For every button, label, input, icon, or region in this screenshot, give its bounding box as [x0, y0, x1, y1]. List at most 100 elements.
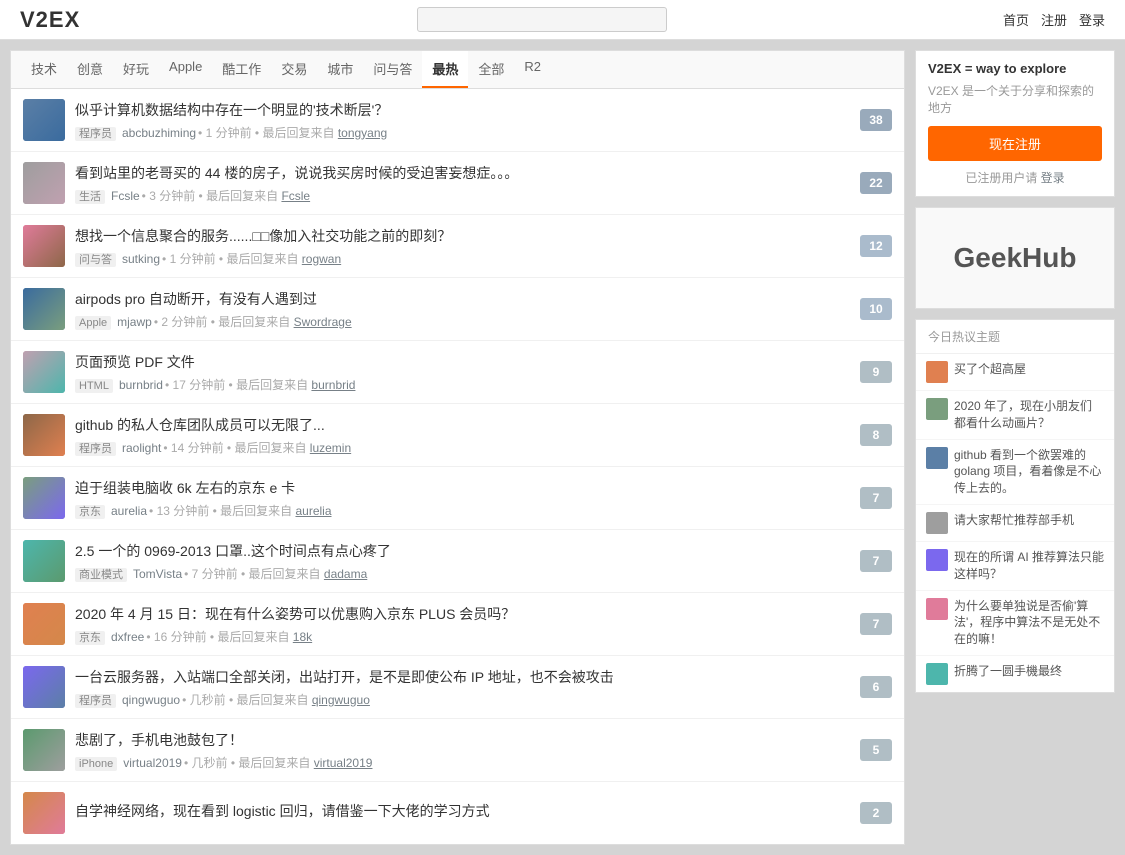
topic-author[interactable]: dxfree: [111, 630, 144, 644]
topic-author[interactable]: raolight: [122, 441, 161, 455]
topic-node[interactable]: 程序员: [75, 694, 116, 708]
topic-node[interactable]: iPhone: [75, 757, 117, 771]
reply-count: 10: [860, 298, 892, 320]
topic-item: 自学神经网络，现在看到 logistic 回归，请借鉴一下大佬的学习方式2: [11, 782, 904, 844]
topic-author[interactable]: Fcsle: [111, 189, 140, 203]
topic-body: 悲剧了，手机电池鼓包了！ iPhone virtual2019• 几秒前 • 最后回…: [75, 730, 850, 771]
topic-title-link[interactable]: 页面预览 PDF 文件: [75, 354, 195, 370]
tab-交易[interactable]: 交易: [271, 51, 317, 88]
hot-topics-card: 今日热议主题 买了个超高屋2020 年了，现在小朋友们都看什么动画片？ githu…: [915, 319, 1115, 693]
topic-body: airpods pro 自动断开，有没有人遇到过Applemjawp• 2 分钟…: [75, 289, 850, 330]
topic-last-reply: • 最后回复来自 burnbrid: [225, 378, 355, 392]
nav-home[interactable]: 首页: [1003, 10, 1029, 29]
hot-topic-title: 为什么要单独说是否偷'算法'，程序中算法不是无处不在的嘛！: [954, 598, 1104, 648]
topic-meta: 生活Fcsle• 3 分钟前 • 最后回复来自 Fcsle: [75, 187, 850, 204]
hot-topic-title: github 看到一个欲罢难的 golang 项目，看着像是不心传上去的。: [954, 447, 1104, 497]
hot-topic-item[interactable]: 请大家帮忙推荐部手机: [916, 505, 1114, 542]
topic-author[interactable]: virtual2019: [123, 756, 182, 770]
topic-author[interactable]: abcbuzhiming: [122, 126, 196, 140]
topic-time: • 1 分钟前: [198, 126, 252, 140]
hot-topic-item[interactable]: github 看到一个欲罢难的 golang 项目，看着像是不心传上去的。: [916, 440, 1114, 505]
topic-node[interactable]: 程序员: [75, 442, 116, 456]
topic-title-link[interactable]: airpods pro 自动断开，有没有人遇到过: [75, 291, 317, 307]
topic-title-link[interactable]: 迫于组装电脑收 6k 左右的京东 e 卡: [75, 480, 295, 496]
geekhub-banner[interactable]: GeekHub: [916, 208, 1114, 308]
topic-author[interactable]: burnbrid: [119, 378, 163, 392]
topic-author[interactable]: sutking: [122, 252, 160, 266]
topic-author[interactable]: TomVista: [133, 567, 182, 581]
reply-count: 22: [860, 172, 892, 194]
topic-meta: 商业模式TomVista• 7 分钟前 • 最后回复来自 dadama: [75, 565, 850, 582]
topic-title-link[interactable]: 似乎计算机数据结构中存在一个明显的'技术断层'？: [75, 102, 388, 118]
topic-last-reply: • 最后回复来自 virtual2019: [228, 756, 373, 770]
topic-time: • 13 分钟前: [149, 504, 209, 518]
topic-node[interactable]: 程序员: [75, 127, 116, 141]
topic-node[interactable]: 生活: [75, 190, 105, 204]
reply-count: 6: [860, 676, 892, 698]
tab-创意[interactable]: 创意: [67, 51, 113, 88]
topic-body: 2020 年 4 月 15 日：现在有什么姿势可以优惠购入京东 PLUS 会员吗…: [75, 604, 850, 645]
topic-body: 看到站里的老哥买的 44 楼的房子，说说我买房时候的受迫害妄想症。。。生活 Fcs…: [75, 163, 850, 204]
topic-meta: 问与答sutking• 1 分钟前 • 最后回复来自 rogwan: [75, 250, 850, 267]
topic-time: • 3 分钟前: [142, 189, 196, 203]
topic-item: 看到站里的老哥买的 44 楼的房子，说说我买房时候的受迫害妄想症。。。生活 Fcs…: [11, 152, 904, 215]
hot-topic-item[interactable]: 现在的所谓 AI 推荐算法只能这样吗？: [916, 542, 1114, 591]
topic-time: • 几秒前: [184, 756, 228, 770]
tab-Apple[interactable]: Apple: [159, 51, 212, 88]
topic-meta: 京东aurelia• 13 分钟前 • 最后回复来自 aurelia: [75, 502, 850, 519]
topic-body: 自学神经网络，现在看到 logistic 回归，请借鉴一下大佬的学习方式: [75, 801, 850, 825]
topic-node[interactable]: Apple: [75, 316, 111, 330]
hot-topic-item[interactable]: 2020 年了，现在小朋友们都看什么动画片？: [916, 391, 1114, 440]
topic-author[interactable]: qingwuguo: [122, 693, 180, 707]
topic-title-link[interactable]: 自学神经网络，现在看到 logistic 回归，请借鉴一下大佬的学习方式: [75, 803, 490, 819]
search-input[interactable]: [417, 7, 667, 32]
register-button[interactable]: 现在注册: [928, 126, 1102, 161]
topic-item: 似乎计算机数据结构中存在一个明显的'技术断层'？ 程序员 abcbuzhiming•…: [11, 89, 904, 152]
topic-title-link[interactable]: 2020 年 4 月 15 日：现在有什么姿势可以优惠购入京东 PLUS 会员吗…: [75, 606, 515, 622]
search-bar[interactable]: [417, 7, 667, 32]
hot-topic-icon: [926, 598, 948, 620]
header-nav: 首页 注册 登录: [1003, 10, 1105, 29]
tab-全部[interactable]: 全部: [468, 51, 514, 88]
topic-title-link[interactable]: 想找一个信息聚合的服务......□□像加入社交功能之前的即刻？: [75, 228, 451, 244]
topic-title-link[interactable]: github 的私人仓库团队成员可以无限了...: [75, 417, 325, 433]
topic-avatar: [23, 99, 65, 141]
topic-title-link[interactable]: 看到站里的老哥买的 44 楼的房子，说说我买房时候的受迫害妄想症。。。: [75, 165, 518, 181]
topic-title-link[interactable]: 悲剧了，手机电池鼓包了！: [75, 732, 243, 748]
tab-R2[interactable]: R2: [514, 51, 551, 88]
hot-topic-item[interactable]: 买了个超高屋: [916, 354, 1114, 391]
topic-node[interactable]: 京东: [75, 631, 105, 645]
nav-register[interactable]: 注册: [1041, 10, 1067, 29]
topic-time: • 1 分钟前: [162, 252, 216, 266]
tab-最热[interactable]: 最热: [422, 51, 468, 88]
login-link[interactable]: 登录: [1041, 171, 1065, 185]
geekhub-text: GeekHub: [954, 242, 1077, 274]
hot-topic-title: 请大家帮忙推荐部手机: [954, 512, 1074, 529]
topic-node[interactable]: 商业模式: [75, 568, 127, 582]
topic-node[interactable]: 京东: [75, 505, 105, 519]
topic-title-link[interactable]: 2.5 一个的 0969-2013 口罩..这个时间点有点心疼了: [75, 543, 391, 559]
topic-body: 2.5 一个的 0969-2013 口罩..这个时间点有点心疼了商业模式 TomV…: [75, 541, 850, 582]
hot-topic-item[interactable]: 为什么要单独说是否偷'算法'，程序中算法不是无处不在的嘛！: [916, 591, 1114, 656]
main-layout: 技术创意好玩Apple酷工作交易城市问与答最热全部R2 似乎计算机数据结构中存在…: [0, 40, 1125, 855]
nav-login[interactable]: 登录: [1079, 10, 1105, 29]
tab-城市[interactable]: 城市: [317, 51, 363, 88]
site-logo[interactable]: V2EX: [20, 7, 80, 33]
hot-topics-label: 今日热议主题: [916, 320, 1114, 354]
topic-avatar: [23, 351, 65, 393]
topic-author[interactable]: mjawp: [117, 315, 152, 329]
tab-问与答[interactable]: 问与答: [363, 51, 422, 88]
hot-topic-icon: [926, 361, 948, 383]
reply-count: 38: [860, 109, 892, 131]
tab-技术[interactable]: 技术: [21, 51, 67, 88]
topic-node[interactable]: HTML: [75, 379, 113, 393]
geekhub-banner-card[interactable]: GeekHub: [915, 207, 1115, 309]
topic-node[interactable]: 问与答: [75, 253, 116, 267]
topic-title-link[interactable]: 一台云服务器，入站端口全部关闭，出站打开，是不是即使公布 IP 地址，也不会被攻…: [75, 669, 614, 685]
tab-酷工作[interactable]: 酷工作: [212, 51, 271, 88]
topic-author[interactable]: aurelia: [111, 504, 147, 518]
topic-meta: 京东dxfree• 16 分钟前 • 最后回复来自 18k: [75, 628, 850, 645]
hot-topic-item[interactable]: 折腾了一圆手機最终: [916, 656, 1114, 692]
topic-avatar: [23, 162, 65, 204]
tab-好玩[interactable]: 好玩: [113, 51, 159, 88]
